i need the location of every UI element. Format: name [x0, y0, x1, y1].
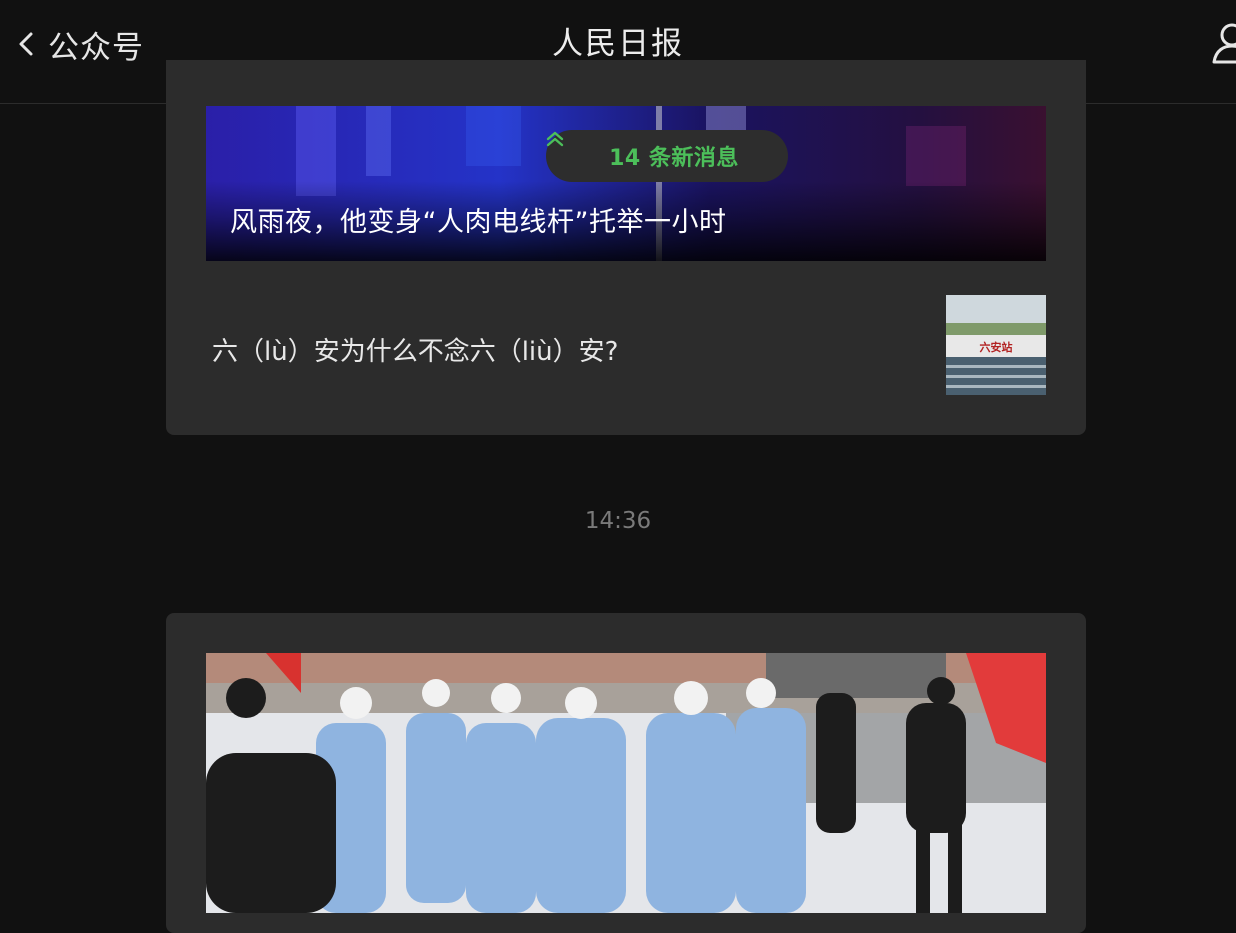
lead-article-image[interactable] [206, 653, 1046, 913]
new-messages-pill[interactable]: 14 条新消息 [546, 130, 788, 182]
person-icon [1206, 23, 1236, 68]
profile-button[interactable] [1206, 18, 1236, 68]
message-card [166, 613, 1086, 933]
article-list-item[interactable]: 六（lù）安为什么不念六（liù）安? 六安站 [206, 295, 1046, 395]
new-messages-label: 14 条新消息 [609, 146, 739, 171]
thumb-sign-text: 六安站 [980, 340, 1013, 354]
lead-article-title: 风雨夜，他变身“人肉电线杆”托举一小时 [230, 207, 727, 238]
article-thumbnail: 六安站 [946, 295, 1046, 395]
lead-article-image[interactable]: 风雨夜，他变身“人肉电线杆”托举一小时 14 条新消息 [206, 106, 1046, 261]
message-card: 风雨夜，他变身“人肉电线杆”托举一小时 14 条新消息 六（lù）安为什么不念六… [166, 60, 1086, 435]
message-timestamp: 14:36 [584, 508, 652, 534]
article-title: 六（lù）安为什么不念六（liù）安? [212, 337, 619, 367]
